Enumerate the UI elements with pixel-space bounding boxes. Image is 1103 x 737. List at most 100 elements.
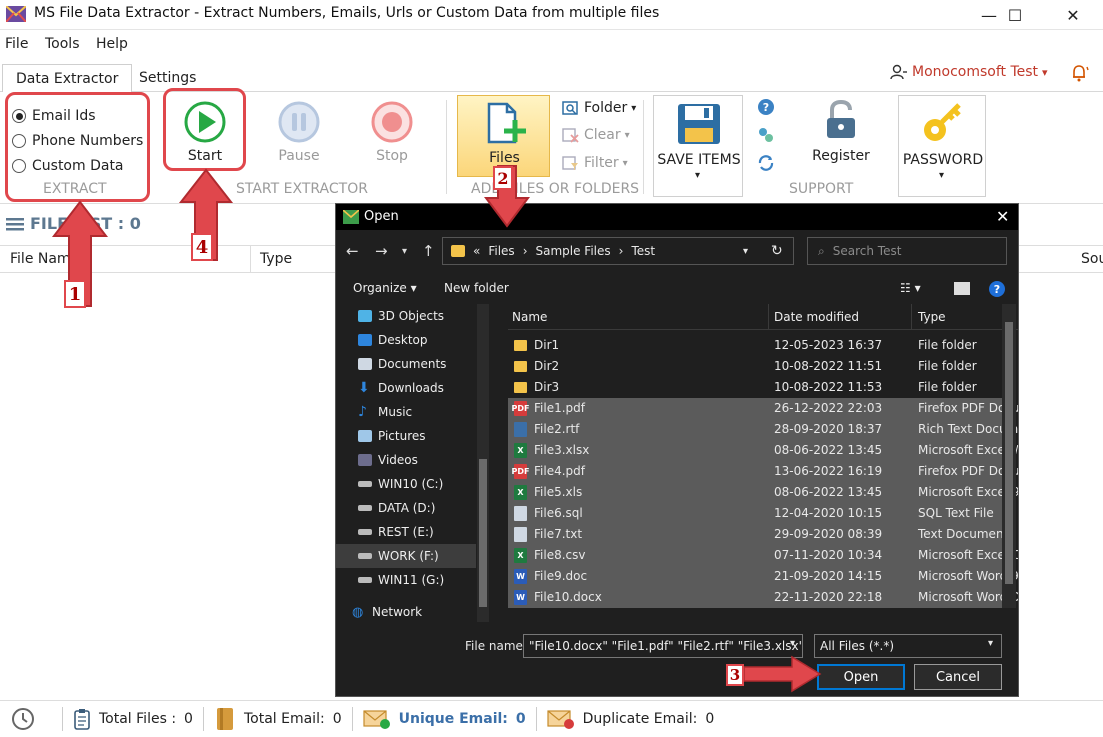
help-icon[interactable]: ? — [757, 98, 775, 116]
column-divider — [768, 304, 769, 330]
menu-file[interactable]: File — [5, 36, 28, 52]
nav-item-data-d[interactable]: DATA (D:) — [358, 496, 435, 520]
filter-button[interactable]: Filter ▾ — [562, 155, 628, 171]
file-name-cell: File7.txt — [534, 527, 583, 541]
chevron-down-icon[interactable]: ▾ — [790, 638, 795, 649]
organize-button[interactable]: Organize ▾ — [353, 281, 417, 295]
close-button[interactable]: ✕ — [1050, 0, 1096, 30]
search-input[interactable]: ⌕ Search Test — [807, 237, 1007, 265]
file-list-column-header: Name ^ Date modified Type — [508, 304, 1018, 330]
file-row[interactable]: File2.rtf 28-09-2020 18:37 Rich Text Docum — [508, 419, 1018, 440]
stop-button[interactable]: Stop — [363, 98, 421, 168]
breadcrumb-overflow[interactable]: « — [473, 244, 480, 258]
navigation-scroll-thumb[interactable] — [479, 459, 487, 607]
password-button[interactable]: PASSWORD ▾ — [898, 95, 986, 197]
back-arrow-icon[interactable]: ← — [346, 242, 359, 260]
dialog-close-button[interactable]: ✕ — [996, 207, 1009, 226]
envelope-check-icon — [363, 710, 390, 729]
xls-file-icon: X — [514, 548, 527, 563]
column-type[interactable]: Type — [918, 310, 946, 324]
breadcrumb-test[interactable]: Test — [631, 244, 655, 258]
nav-item-win10-c[interactable]: WIN10 (C:) — [358, 472, 443, 496]
nav-label: WIN10 (C:) — [378, 477, 444, 491]
file-row[interactable]: X File5.xls 08-06-2022 13:45 Microsoft Exce… — [508, 482, 1018, 503]
file-date-cell: 10-08-2022 11:53 — [774, 380, 883, 394]
user-account-menu[interactable]: Monocomsoft Test ▾ — [890, 64, 1048, 80]
highlight-extract-options — [5, 92, 150, 202]
refresh-icon[interactable]: ↻ — [771, 243, 783, 259]
menu-help[interactable]: Help — [96, 36, 128, 52]
file-date-cell: 12-04-2020 10:15 — [774, 506, 883, 520]
view-options-icon[interactable]: ☷ ▾ — [900, 281, 921, 295]
forward-arrow-icon[interactable]: → — [375, 242, 388, 260]
status-history[interactable] — [0, 707, 46, 731]
file-row[interactable]: X File8.csv 07-11-2020 10:34 Microsoft Exce… — [508, 545, 1018, 566]
tab-data-extractor[interactable]: Data Extractor — [2, 64, 133, 93]
videos-icon — [358, 454, 372, 466]
file-row[interactable]: X File3.xlsx 08-06-2022 13:45 Microsoft Exc… — [508, 440, 1018, 461]
refresh-icon[interactable] — [757, 154, 775, 172]
file-row[interactable]: Dir1 12-05-2023 16:37 File folder — [508, 335, 1002, 356]
column-source[interactable]: Sou — [1081, 251, 1103, 267]
add-folder-button[interactable]: Folder ▾ — [562, 100, 636, 116]
breadcrumb-files[interactable]: Files — [488, 244, 514, 258]
preview-pane-icon[interactable] — [954, 282, 970, 295]
nav-item-downloads[interactable]: ⬇ Downloads — [358, 376, 444, 400]
file-list-scroll-thumb[interactable] — [1005, 322, 1013, 584]
nav-label: REST (E:) — [378, 525, 434, 539]
nav-item-3d-objects[interactable]: 3D Objects — [358, 304, 444, 328]
address-dropdown-icon[interactable]: ▾ — [743, 246, 748, 257]
file-row[interactable]: File6.sql 12-04-2020 10:15 SQL Text File — [508, 503, 1002, 524]
notification-bell-icon[interactable] — [1070, 64, 1090, 82]
nav-item-work-f[interactable]: WORK (F:) — [336, 544, 476, 568]
up-arrow-icon[interactable]: ↑ — [422, 242, 435, 260]
menu-tools[interactable]: Tools — [45, 36, 80, 52]
column-name[interactable]: Name — [512, 310, 547, 324]
nav-item-music[interactable]: ♪ Music — [358, 400, 412, 424]
cancel-button[interactable]: Cancel — [914, 664, 1002, 690]
file-type-cell: File folder — [918, 380, 977, 394]
user-icon — [890, 64, 907, 80]
floppy-disk-icon — [678, 104, 720, 144]
save-items-button[interactable]: SAVE ITEMS ▾ — [653, 95, 743, 197]
nav-item-rest-e[interactable]: REST (E:) — [358, 520, 434, 544]
file-row[interactable]: File7.txt 29-09-2020 08:39 Text Document — [508, 524, 1008, 545]
breadcrumb-sample-files[interactable]: Sample Files — [536, 244, 611, 258]
file-row[interactable]: W File10.docx 22-11-2020 22:18 Microsoft Wo… — [508, 587, 1018, 608]
nav-item-desktop[interactable]: Desktop — [358, 328, 428, 352]
address-bar[interactable]: « Files › Sample Files › Test ▾ ↻ — [442, 237, 794, 265]
nav-item-documents[interactable]: Documents — [358, 352, 446, 376]
nav-item-pictures[interactable]: Pictures — [358, 424, 426, 448]
file-row[interactable]: PDF File4.pdf 13-06-2022 16:19 Firefox PDF … — [508, 461, 1018, 482]
new-folder-button[interactable]: New folder — [444, 281, 509, 295]
pdf-file-icon: PDF — [512, 401, 529, 416]
nav-label: WORK (F:) — [378, 549, 439, 563]
add-file-icon — [487, 102, 526, 144]
column-date-modified[interactable]: Date modified — [774, 310, 859, 324]
open-button[interactable]: Open — [817, 664, 905, 690]
share-icon[interactable] — [757, 126, 775, 144]
file-type-select[interactable]: All Files (*.*) — [814, 634, 1002, 658]
help-icon[interactable]: ? — [988, 280, 1006, 298]
nav-item-network[interactable]: ◍ Network — [352, 600, 422, 624]
recent-chevron-icon[interactable]: ▾ — [402, 246, 407, 257]
nav-item-win11-g[interactable]: WIN11 (G:) — [358, 568, 444, 592]
file-row[interactable]: W File9.doc 21-09-2020 14:15 Microsoft Word… — [508, 566, 1018, 587]
clear-button[interactable]: Clear ▾ — [562, 127, 630, 143]
status-duplicate-email: Duplicate Email: 0 — [537, 707, 725, 731]
desktop-icon — [358, 334, 372, 346]
file-date-cell: 13-06-2022 16:19 — [774, 464, 883, 478]
file-row[interactable]: Dir3 10-08-2022 11:53 File folder — [508, 377, 1002, 398]
nav-item-videos[interactable]: Videos — [358, 448, 418, 472]
register-button[interactable]: Register — [807, 98, 875, 168]
file-row[interactable]: Dir2 10-08-2022 11:51 File folder — [508, 356, 1002, 377]
chevron-down-icon[interactable]: ▾ — [988, 638, 993, 649]
column-type[interactable]: Type — [260, 251, 292, 267]
file-row[interactable]: PDF File1.pdf 26-12-2022 22:03 Firefox PDF … — [508, 398, 1018, 419]
txt-file-icon — [514, 506, 527, 521]
xls-file-icon: X — [514, 485, 527, 500]
pause-button[interactable]: Pause — [270, 98, 328, 168]
address-book-icon — [216, 708, 233, 730]
annotation-number-4: 4 — [191, 233, 213, 261]
maximize-button[interactable]: ☐ — [992, 0, 1038, 30]
